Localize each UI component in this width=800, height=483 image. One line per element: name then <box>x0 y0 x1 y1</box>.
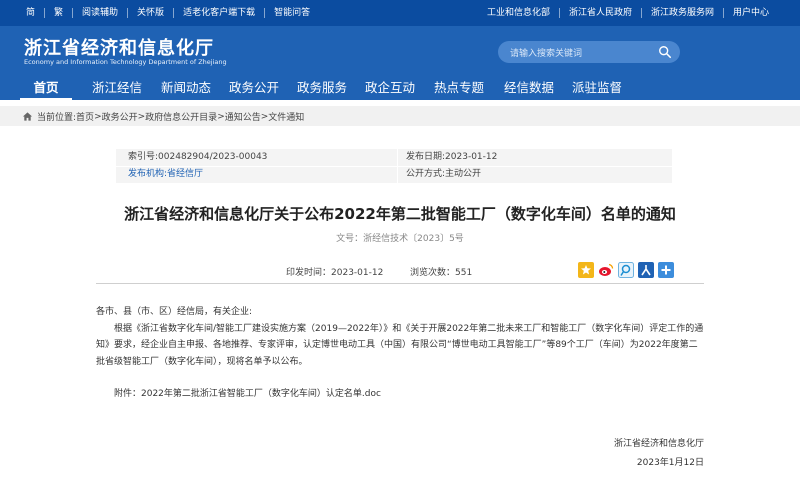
signature-date: 2023年1月12日 <box>636 458 704 468</box>
renren-icon[interactable] <box>638 262 654 278</box>
site-title-english: Economy and Information Technology Depar… <box>24 58 227 66</box>
utility-link[interactable]: 简 <box>20 8 46 18</box>
breadcrumb-link[interactable]: 文件通知 <box>268 110 304 123</box>
salutation: 各市、县（市、区）经信局，有关企业: <box>96 307 253 317</box>
main-nav: 首页 浙江经信 新闻动态 政务公开 政务服务 政企互动 热点专题 经信数据 派驻监督 <box>0 76 800 100</box>
signature-org: 浙江省经济和信息化厅 <box>613 439 704 449</box>
nav-item[interactable]: 经信数据 <box>494 76 564 100</box>
nav-item[interactable]: 派驻监督 <box>564 76 630 100</box>
nav-item[interactable]: 首页 <box>20 76 72 100</box>
index-number: 索引号:002482904/2023-00043 <box>128 152 268 162</box>
utility-link[interactable]: 繁 <box>45 8 74 18</box>
utility-link[interactable]: 浙江省人民政府 <box>560 8 642 18</box>
disclosure-mode: 公开方式:主动公开 <box>406 169 482 179</box>
breadcrumb-link[interactable]: 首页 <box>76 110 94 123</box>
main-paragraph: 根据《浙江省数字化车间/智能工厂建设实施方案（2019—2022年）》和《关于开… <box>96 323 704 367</box>
article-title: 浙江省经济和信息化厅关于公布2022年第二批智能工厂（数字化车间）名单的通知 <box>124 205 676 223</box>
breadcrumb-link[interactable]: 政务公开 <box>102 110 138 123</box>
nav-item[interactable]: 新闻动态 <box>152 76 220 100</box>
view-count: 浏览次数：551 <box>410 268 473 278</box>
breadcrumb-separator: > <box>217 111 225 122</box>
article-body: 各市、县（市、区）经信局，有关企业: 根据《浙江省数字化车间/智能工厂建设实施方… <box>96 304 704 403</box>
qzone-icon[interactable] <box>578 262 594 278</box>
site-header: 浙江省经济和信息化厅 Economy and Information Techn… <box>0 26 800 76</box>
breadcrumb-link[interactable]: 通知公告 <box>225 110 261 123</box>
breadcrumb-prefix: 当前位置: <box>37 113 77 123</box>
breadcrumb-bar: 当前位置: 首页 > 政务公开 > 政府信息公开目录 > 通知公告 > 文件通知 <box>0 106 800 126</box>
weibo-icon[interactable] <box>598 262 614 278</box>
utility-link[interactable]: 关怀版 <box>128 8 175 18</box>
top-utility-bar: 简繁阅读辅助 关怀版 适老化客户端下载 智能问答 工业和信息化部 浙江省人民政府 浙江政务… <box>0 0 800 26</box>
search-box[interactable]: 请输入搜索关键词 <box>498 41 680 63</box>
utility-link[interactable]: 浙江政务服务网 <box>642 8 724 18</box>
search-input[interactable]: 请输入搜索关键词 <box>510 46 582 59</box>
utility-link[interactable]: 阅读辅助 <box>73 8 129 18</box>
breadcrumb-separator: > <box>137 111 146 122</box>
search-icon[interactable] <box>658 45 672 59</box>
print-time: 印发时间：2023-01-12 <box>286 268 384 278</box>
document-number: 文号：浙经信技术〔2023〕5号 <box>336 234 464 244</box>
tencent-weibo-icon[interactable] <box>618 262 634 278</box>
utility-link[interactable]: 智能问答 <box>265 8 319 18</box>
publishing-org[interactable]: 发布机构:省经信厅 <box>128 166 203 183</box>
breadcrumb-separator: > <box>260 111 269 122</box>
home-icon <box>22 112 33 121</box>
utility-links-left: 简繁阅读辅助 关怀版 适老化客户端下载 智能问答 <box>20 0 319 26</box>
publish-date: 发布日期:2023-01-12 <box>406 152 498 162</box>
utility-link[interactable]: 用户中心 <box>724 8 778 18</box>
site-title[interactable]: 浙江省经济和信息化厅 <box>24 34 214 60</box>
nav-item[interactable]: 热点专题 <box>424 76 494 100</box>
utility-link[interactable]: 适老化客户端下载 <box>174 8 266 18</box>
nav-item[interactable]: 政企互动 <box>356 76 424 100</box>
more-share-icon[interactable] <box>658 262 674 278</box>
article-info-line: 印发时间：2023-01-12 浏览次数：551 <box>96 256 704 284</box>
document-meta-table: 索引号:002482904/2023-00043 发布日期:2023-01-12… <box>116 149 672 183</box>
utility-links-right: 工业和信息化部 浙江省人民政府 浙江政务服务网 用户中心 <box>478 0 778 26</box>
share-buttons <box>578 262 674 278</box>
breadcrumb: 当前位置: 首页 > 政务公开 > 政府信息公开目录 > 通知公告 > 文件通知 <box>22 110 304 123</box>
utility-link[interactable]: 工业和信息化部 <box>478 8 560 18</box>
nav-item[interactable]: 浙江经信 <box>82 76 152 100</box>
attachment-link[interactable]: 附件：2022年第二批浙江省智能工厂（数字化车间）认定名单.doc <box>96 386 704 403</box>
nav-item[interactable]: 政务公开 <box>220 76 288 100</box>
breadcrumb-separator: > <box>94 111 102 122</box>
nav-item[interactable]: 政务服务 <box>288 76 356 100</box>
breadcrumb-link[interactable]: 政府信息公开目录 <box>145 110 217 123</box>
